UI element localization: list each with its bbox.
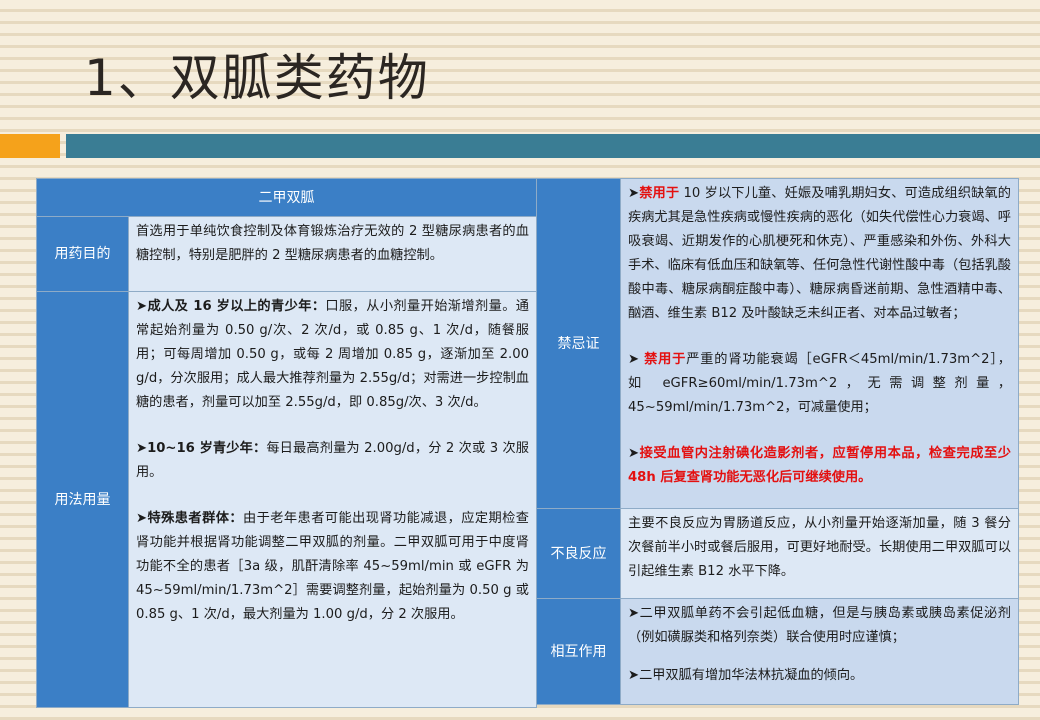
- usage-teens-heading: 10~16 岁青少年：: [147, 441, 267, 456]
- contra-item-2-highlight: 禁用于: [644, 352, 687, 367]
- contra-item-1-highlight: 禁用于: [639, 186, 680, 201]
- page-title: 1、双胍类药物: [84, 49, 430, 107]
- usage-adults-text: 口服，从小剂量开始渐增剂量。通常起始剂量为 0.50 g/次、2 次/d，或 0…: [136, 299, 529, 410]
- drug-info-table-right: 禁忌证 ➤禁用于 10 岁以下儿童、妊娠及哺乳期妇女、可造成组织缺氧的疾病尤其是…: [536, 178, 1019, 705]
- contra-item-3: ➤接受血管内注射碘化造影剂者，应暂停用本品，检查完成至少 48h 后复查肾功能无…: [628, 442, 1011, 490]
- interactions-cell: ➤二甲双胍单药不会引起低血糖，但是与胰岛素或胰岛素促泌剂（例如磺脲类和格列奈类）…: [620, 598, 1019, 705]
- accent-bar-orange: [0, 134, 60, 158]
- right-table-panel: 禁忌证 ➤禁用于 10 岁以下儿童、妊娠及哺乳期妇女、可造成组织缺氧的疾病尤其是…: [536, 178, 1019, 705]
- purpose-text: 首选用于单纯饮食控制及体育锻炼治疗无效的 2 型糖尿病患者的血糖控制，特别是肥胖…: [128, 216, 537, 292]
- arrow-bullet-icon: ➤: [628, 606, 640, 621]
- contra-item-2-text: 严重的肾功能衰竭［eGFR＜45ml/min/1.73m^2］，如 eGFR≥6…: [628, 352, 1011, 415]
- arrow-bullet-icon: ➤: [628, 446, 640, 461]
- arrow-bullet-icon: ➤: [628, 352, 640, 367]
- interaction-item-1: ➤二甲双胍单药不会引起低血糖，但是与胰岛素或胰岛素促泌剂（例如磺脲类和格列奈类）…: [628, 602, 1011, 650]
- row-label-purpose: 用药目的: [36, 216, 129, 292]
- usage-special-paragraph: ➤特殊患者群体：由于老年患者可能出现肾功能减退，应定期检查肾功能并根据肾功能调整…: [136, 507, 529, 627]
- usage-adults-heading: 成人及 16 岁以上的青少年：: [147, 299, 326, 314]
- usage-teens-paragraph: ➤10~16 岁青少年：每日最高剂量为 2.00g/d，分 2 次或 3 次服用…: [136, 437, 529, 485]
- row-label-interactions: 相互作用: [536, 598, 621, 705]
- arrow-bullet-icon: ➤: [136, 511, 148, 526]
- accent-bar-teal: [66, 134, 1040, 158]
- interaction-item-2: ➤二甲双胍有增加华法林抗凝血的倾向。: [628, 664, 1011, 688]
- arrow-bullet-icon: ➤: [136, 299, 148, 314]
- row-label-adverse-reactions: 不良反应: [536, 508, 621, 599]
- contraindications-cell: ➤禁用于 10 岁以下儿童、妊娠及哺乳期妇女、可造成组织缺氧的疾病尤其是急性疾病…: [620, 178, 1019, 509]
- arrow-bullet-icon: ➤: [136, 441, 148, 456]
- row-label-contraindications: 禁忌证: [536, 178, 621, 509]
- interaction-item-2-text: 二甲双胍有增加华法林抗凝血的倾向。: [639, 668, 864, 683]
- arrow-bullet-icon: ➤: [628, 668, 640, 683]
- contra-item-1-text: 10 岁以下儿童、妊娠及哺乳期妇女、可造成组织缺氧的疾病尤其是急性疾病或慢性疾病…: [628, 186, 1011, 321]
- interaction-item-1-text: 二甲双胍单药不会引起低血糖，但是与胰岛素或胰岛素促泌剂（例如磺脲类和格列奈类）联…: [628, 606, 1011, 645]
- contra-item-3-text: 接受血管内注射碘化造影剂者，应暂停用本品，检查完成至少 48h 后复查肾功能无恶…: [628, 446, 1011, 485]
- usage-adults-paragraph: ➤成人及 16 岁以上的青少年：口服，从小剂量开始渐增剂量。通常起始剂量为 0.…: [136, 295, 529, 415]
- contra-item-1: ➤禁用于 10 岁以下儿童、妊娠及哺乳期妇女、可造成组织缺氧的疾病尤其是急性疾病…: [628, 182, 1011, 326]
- adverse-reactions-text: 主要不良反应为胃肠道反应，从小剂量开始逐渐加量，随 3 餐分次餐前半小时或餐后服…: [620, 508, 1019, 599]
- row-label-usage: 用法用量: [36, 291, 129, 708]
- contra-item-2: ➤ 禁用于严重的肾功能衰竭［eGFR＜45ml/min/1.73m^2］，如 e…: [628, 348, 1011, 420]
- table-header-drug-name: 二甲双胍: [36, 178, 537, 217]
- arrow-bullet-icon: ➤: [628, 186, 640, 201]
- usage-cell: ➤成人及 16 岁以上的青少年：口服，从小剂量开始渐增剂量。通常起始剂量为 0.…: [128, 291, 537, 708]
- usage-special-text: 由于老年患者可能出现肾功能减退，应定期检查肾功能并根据肾功能调整二甲双胍的剂量。…: [136, 511, 529, 622]
- left-table-panel: 二甲双胍 用药目的 首选用于单纯饮食控制及体育锻炼治疗无效的 2 型糖尿病患者的…: [36, 178, 537, 708]
- drug-info-table-left: 二甲双胍 用药目的 首选用于单纯饮食控制及体育锻炼治疗无效的 2 型糖尿病患者的…: [36, 178, 537, 708]
- usage-special-heading: 特殊患者群体：: [147, 511, 243, 526]
